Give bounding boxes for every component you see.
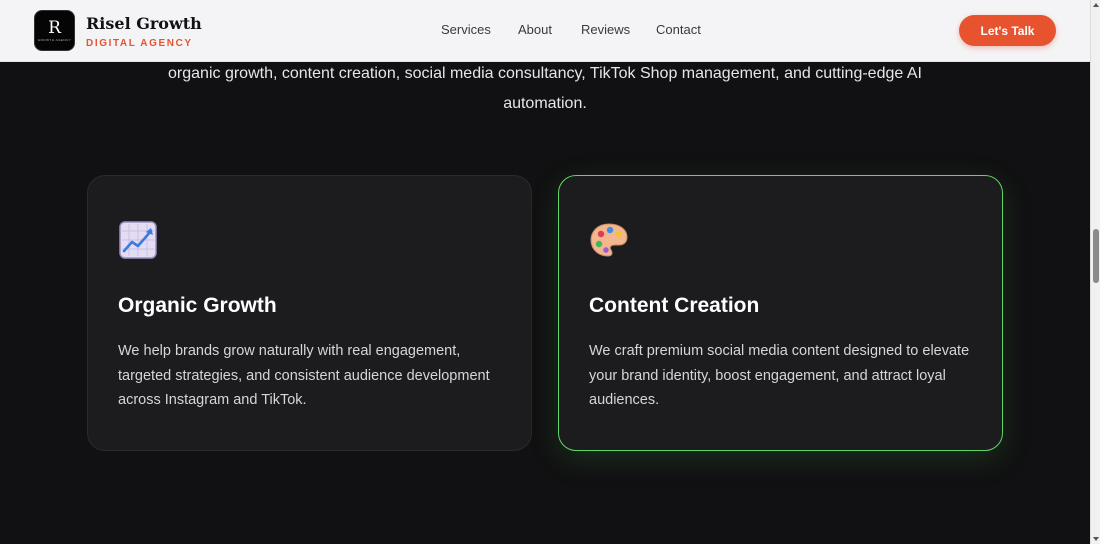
services-intro-text: organic growth, content creation, social… — [168, 65, 922, 112]
brand-name[interactable]: Risel Growth — [86, 14, 202, 33]
nav-about-link[interactable]: About — [518, 22, 552, 37]
logo-letter: R — [48, 17, 61, 38]
brand-logo[interactable]: R GROWTH AGENCY — [34, 10, 75, 51]
brand-tagline: DIGITAL AGENCY — [86, 38, 193, 49]
card-description: We help brands grow naturally with real … — [118, 343, 490, 408]
scrollbar-thumb[interactable] — [1093, 229, 1099, 283]
service-card-content-creation[interactable]: Content Creation We craft premium social… — [558, 175, 1003, 451]
card-title: Content Creation — [589, 294, 760, 317]
scroll-down-arrow-icon[interactable] — [1093, 537, 1099, 541]
lets-talk-button[interactable]: Let's Talk — [959, 15, 1056, 46]
scroll-up-arrow-icon[interactable] — [1093, 3, 1099, 7]
nav-contact-link[interactable]: Contact — [656, 22, 701, 37]
site-header: R GROWTH AGENCY Risel Growth DIGITAL AGE… — [0, 0, 1090, 62]
nav-services-link[interactable]: Services — [441, 22, 491, 37]
card-description: We craft premium social media content de… — [589, 343, 970, 408]
page-scrollbar[interactable] — [1090, 0, 1100, 544]
card-title: Organic Growth — [118, 294, 277, 317]
artist-palette-icon — [590, 223, 628, 257]
nav-reviews-link[interactable]: Reviews — [581, 22, 630, 37]
logo-subtext: GROWTH AGENCY — [37, 37, 72, 42]
chart-increasing-icon — [119, 221, 157, 259]
service-card-organic-growth[interactable]: Organic Growth We help brands grow natur… — [87, 175, 532, 451]
